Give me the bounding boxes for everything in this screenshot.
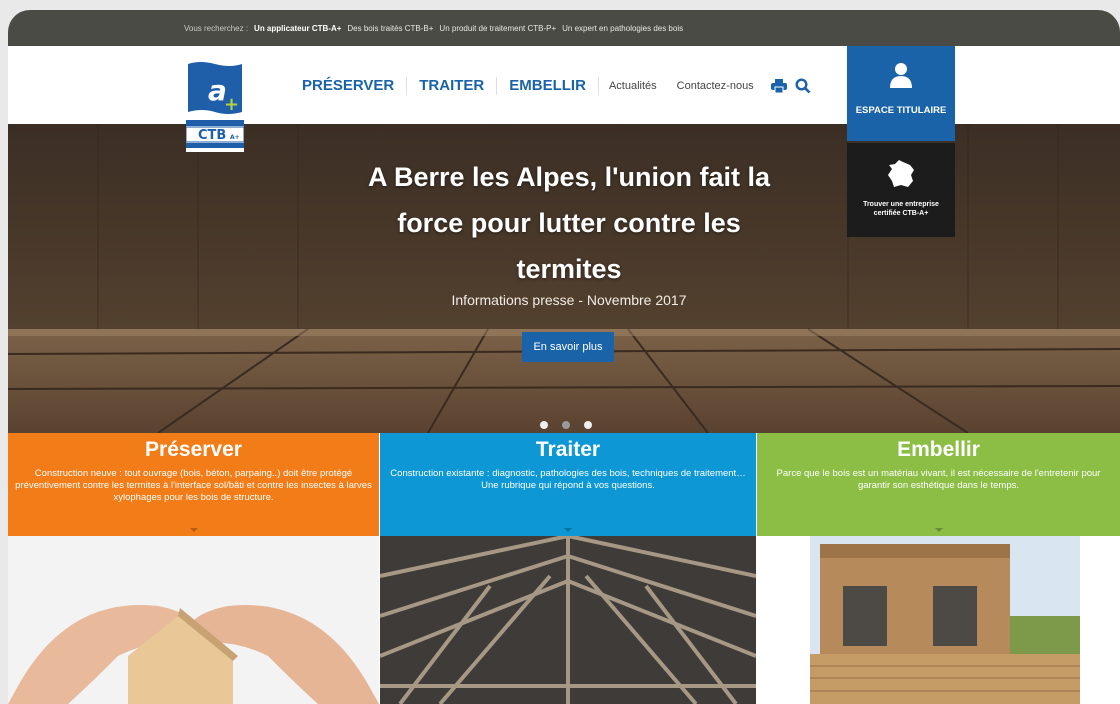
logo-flag-icon: a + [188,62,242,115]
wooden-house-image [757,536,1120,704]
carousel-dot-1[interactable] [540,421,548,429]
search-icon[interactable] [794,77,812,95]
chevron-down-icon [189,528,198,532]
topbar-item-produit[interactable]: Un produit de traitement CTB-P+ [439,24,556,33]
search-lead: Vous recherchez : [184,23,249,33]
topbar-item-applicateur[interactable]: Un applicateur CTB-A+ [254,24,341,33]
column-title-embellir: Embellir [897,438,980,461]
chevron-down-icon [934,528,943,532]
carousel-dots [540,421,592,429]
user-icon [847,62,955,93]
column-preserver[interactable]: Préserver Construction neuve : tout ouvr… [8,433,379,704]
column-embellir[interactable]: Embellir Parce que le bois est un matéri… [757,433,1120,704]
hero-title: A Berre les Alpes, l'union fait la force… [367,162,771,284]
nav-contact[interactable]: Contactez-nous [667,80,764,92]
column-title-preserver: Préserver [145,438,242,461]
page-frame: Vous recherchez : Un applicateur CTB-A+ … [8,10,1120,704]
column-text-traiter: Construction existante : diagnostic, pat… [390,468,746,491]
logo-plus: + [224,94,239,115]
print-icon[interactable] [770,77,788,95]
search-bar: Vous recherchez : Un applicateur CTB-A+ … [8,10,1120,46]
cert-sub: A+ [230,134,240,141]
hands-house-image [8,536,379,704]
nav-preserver[interactable]: PRÉSERVER [302,77,408,95]
column-title-traiter: Traiter [535,438,601,461]
carousel-dot-3[interactable] [584,421,592,429]
espace-titulaire-label: ESPACE TITULAIRE [855,105,947,116]
topbar-item-expert[interactable]: Un expert en pathologies des bois [562,24,683,33]
chevron-down-icon [564,528,572,532]
carousel-dot-2[interactable] [562,421,570,429]
nav-embellir[interactable]: EMBELLIR [497,77,599,95]
column-text-embellir: Parce que le bois est un matériau vivant… [776,468,1101,491]
nav-actualites[interactable]: Actualités [599,80,667,92]
find-company-button[interactable]: Trouver une entreprise certifiée CTB-A+ [847,143,955,237]
ctb-logo[interactable]: a + CTB A+ [186,60,244,152]
espace-titulaire-button[interactable]: ESPACE TITULAIRE [847,46,955,141]
main-nav: PRÉSERVER TRAITER EMBELLIR Actualités Co… [302,77,812,95]
find-company-label: Trouver une entreprise certifiée CTB-A+ [863,201,939,217]
column-traiter[interactable]: Traiter Construction existante : diagnos… [380,433,756,704]
learn-more-button[interactable]: En savoir plus [522,332,614,362]
roof-frame-image [380,536,756,704]
certification-badge-icon: CTB A+ [186,120,244,148]
france-map-icon [847,159,955,194]
hero-subtitle: Informations presse - Novembre 2017 [451,292,687,308]
column-text-preserver: Construction neuve : tout ouvrage (bois,… [15,468,372,503]
topbar-item-bois[interactable]: Des bois traités CTB-B+ [347,24,433,33]
site-header: a + CTB A+ PRÉSERVER TRAITER EMBELLIR Ac… [8,46,1120,237]
nav-traiter[interactable]: TRAITER [407,77,498,95]
cert-text: CTB [198,128,226,143]
